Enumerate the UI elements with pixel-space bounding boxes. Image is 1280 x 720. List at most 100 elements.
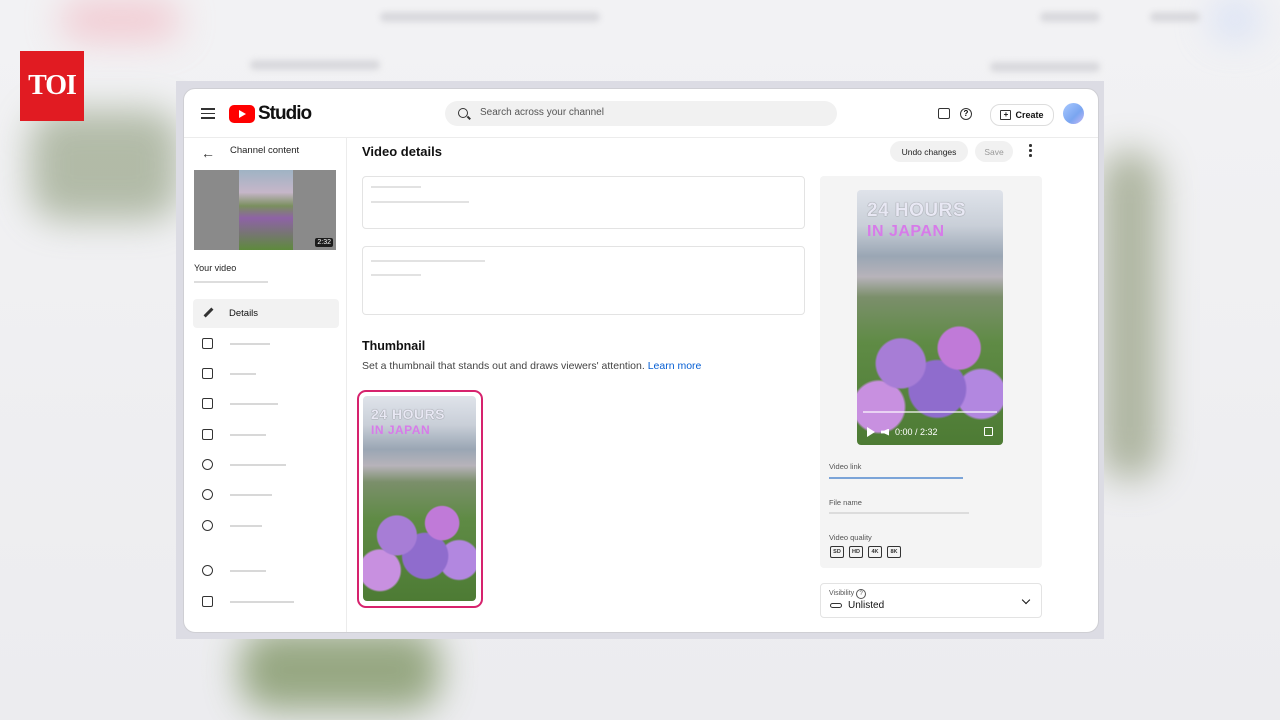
subtitles-icon (202, 429, 213, 440)
create-plus-icon: + (1000, 110, 1012, 120)
volume-icon[interactable] (881, 428, 889, 436)
bg-blur (380, 12, 600, 22)
quality-badge: SD (830, 546, 844, 558)
pencil-icon (202, 307, 213, 318)
editor-icon (202, 368, 213, 379)
sidebar-item-copyright[interactable] (193, 481, 339, 510)
bg-blur (1210, 0, 1260, 40)
label-placeholder (230, 494, 272, 496)
progress-bar[interactable] (863, 411, 997, 413)
label-placeholder (230, 570, 266, 572)
bg-blur (1150, 12, 1200, 22)
label-placeholder (230, 434, 266, 436)
sidebar-item-editor[interactable] (193, 360, 339, 389)
hamburger-menu-icon[interactable] (201, 108, 215, 119)
copyright-icon (202, 489, 213, 500)
sidebar-item-details[interactable]: Details (193, 299, 339, 328)
create-button[interactable]: + Create (990, 104, 1054, 126)
clips-icon (202, 520, 213, 531)
video-duration: 2:32 (315, 238, 333, 247)
bg-blur (30, 110, 180, 220)
thumbnail-image: 24 HOURS IN JAPAN (363, 396, 476, 601)
field-value-placeholder (371, 201, 469, 203)
chevron-down-icon (1021, 595, 1031, 605)
quality-badge: 8K (887, 546, 901, 558)
selected-thumbnail[interactable]: 24 HOURS IN JAPAN (357, 390, 483, 608)
messages-icon[interactable] (938, 108, 950, 119)
earn-icon (202, 459, 213, 470)
back-arrow-icon[interactable]: ← (201, 145, 215, 161)
bg-blur (60, 0, 180, 40)
bg-blur (1040, 12, 1100, 22)
video-preview-panel: 24 HOURS IN JAPAN 0:00 / 2:32 Video link… (820, 176, 1042, 568)
sidebar-item-clips[interactable] (193, 512, 339, 541)
video-quality-label: Video quality (829, 533, 872, 542)
bg-blur (240, 630, 440, 710)
file-name-value (829, 512, 969, 514)
learn-more-link[interactable]: Learn more (648, 360, 702, 372)
sidebar-video-thumbnail[interactable]: 2:32 (194, 170, 336, 250)
bg-blur (1100, 150, 1160, 480)
bg-blur (250, 60, 380, 70)
description-field[interactable] (362, 246, 805, 315)
youtube-play-icon (229, 105, 255, 123)
video-overlay-line1: 24 HOURS (867, 200, 967, 221)
bg-blur (990, 62, 1100, 72)
sidebar-item-subtitles[interactable] (193, 421, 339, 450)
sidebar-item-feedback[interactable] (193, 588, 339, 617)
thumbnail-overlay-line1: 24 HOURS (371, 406, 446, 422)
file-name-label: File name (829, 498, 862, 507)
thumbnail-image (239, 170, 293, 250)
search-input[interactable]: Search across your channel (445, 101, 837, 126)
visibility-value: Unlisted (848, 600, 885, 611)
help-icon[interactable]: ? (960, 108, 972, 120)
more-options-icon[interactable] (1029, 144, 1033, 158)
title-field[interactable] (362, 176, 805, 229)
studio-logo[interactable]: Studio (229, 103, 312, 125)
video-player[interactable]: 24 HOURS IN JAPAN 0:00 / 2:32 (857, 190, 1003, 445)
studio-logo-text: Studio (258, 103, 312, 124)
quality-badge: HD (849, 546, 863, 558)
analytics-icon (202, 338, 213, 349)
visibility-select[interactable]: Visibility? Unlisted (820, 583, 1042, 618)
help-icon[interactable]: ? (856, 589, 867, 599)
video-link-value[interactable] (829, 477, 963, 479)
sidebar-item-analytics[interactable] (193, 330, 339, 359)
create-label: Create (1015, 110, 1044, 120)
sidebar-item-earn[interactable] (193, 451, 339, 480)
play-icon[interactable] (867, 427, 875, 437)
comments-icon (202, 398, 213, 409)
quality-badges: SD HD 4K 8K (830, 546, 901, 558)
visibility-label-text: Visibility (829, 590, 855, 597)
top-bar: Studio Search across your channel ? + Cr… (184, 89, 1098, 138)
field-label-placeholder (371, 260, 485, 262)
settings-icon (202, 565, 213, 576)
visibility-label: Visibility? (829, 589, 867, 599)
link-icon (830, 603, 842, 608)
field-label-placeholder (371, 186, 421, 188)
thumbnail-overlay-line2: IN JAPAN (371, 423, 431, 437)
sidebar-item-label: Details (229, 308, 259, 319)
label-placeholder (230, 343, 270, 345)
save-button[interactable]: Save (975, 141, 1013, 162)
video-title-placeholder (194, 281, 268, 283)
search-placeholder: Search across your channel (480, 107, 604, 118)
toi-logo: TOI (20, 51, 84, 121)
undo-changes-button[interactable]: Undo changes (890, 141, 968, 162)
page-title: Video details (362, 144, 442, 159)
video-overlay-line2: IN JAPAN (867, 223, 945, 240)
quality-badge: 4K (868, 546, 882, 558)
sidebar-item-settings[interactable] (193, 557, 339, 586)
fullscreen-icon[interactable] (984, 427, 993, 436)
avatar[interactable] (1063, 103, 1084, 124)
thumbnail-section-description: Set a thumbnail that stands out and draw… (362, 360, 701, 372)
player-controls: 0:00 / 2:32 (867, 427, 938, 437)
sidebar-item-comments[interactable] (193, 390, 339, 419)
label-placeholder (230, 601, 294, 603)
label-placeholder (230, 373, 256, 375)
label-placeholder (230, 525, 262, 527)
channel-content-link[interactable]: Channel content (230, 145, 299, 156)
label-placeholder (230, 464, 286, 466)
sidebar: ← Channel content 2:32 Your video Detail… (184, 137, 347, 632)
label-placeholder (230, 403, 278, 405)
